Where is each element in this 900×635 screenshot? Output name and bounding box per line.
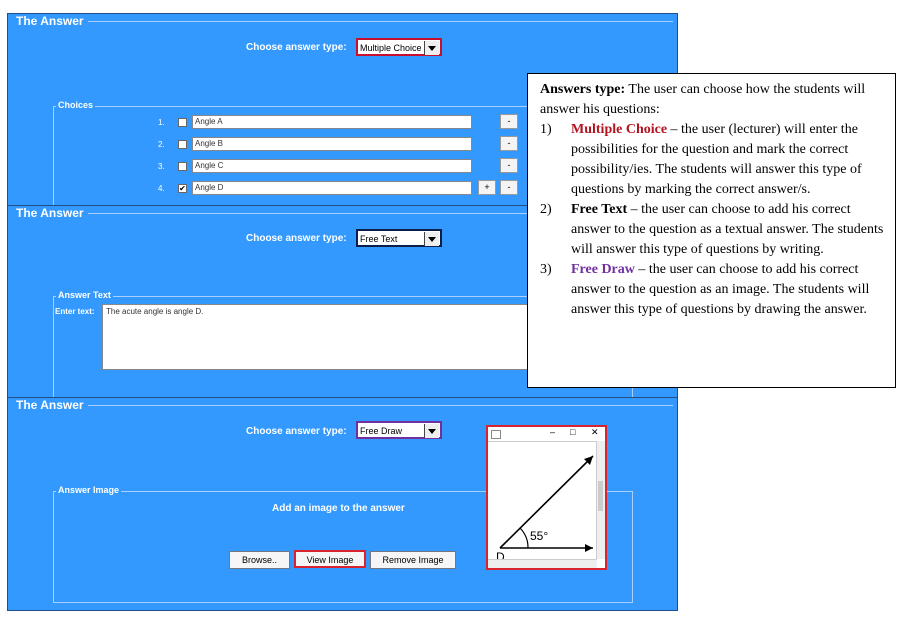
view-image-button[interactable]: View Image	[294, 550, 366, 568]
panel-title: The Answer	[14, 206, 86, 220]
choice-number: 1.	[158, 118, 165, 127]
choice-text-field[interactable]: Angle C	[192, 159, 472, 173]
remove-choice-button[interactable]: -	[500, 136, 518, 151]
list-item: 3) Free Draw – the user can choose to ad…	[540, 260, 885, 320]
choose-answer-type-label: Choose answer type:	[246, 233, 347, 244]
panel-border-line	[88, 21, 673, 22]
chevron-down-icon[interactable]	[424, 232, 439, 246]
term-free-text: Free Text	[571, 202, 628, 217]
scrollbar-thumb[interactable]	[598, 481, 603, 511]
choice-text-field[interactable]: Angle A	[192, 115, 472, 129]
remove-choice-button[interactable]: -	[500, 158, 518, 173]
term-free-draw: Free Draw	[571, 262, 635, 277]
horizontal-scrollbar[interactable]	[488, 559, 597, 568]
answer-type-value: Free Draw	[360, 426, 403, 436]
callout-title: Answers type:	[540, 82, 626, 97]
close-icon[interactable]: ✕	[591, 427, 599, 438]
choose-answer-type-label: Choose answer type:	[246, 426, 347, 437]
add-choice-button[interactable]: +	[478, 180, 496, 195]
answers-type-callout: Answers type: The user can choose how th…	[527, 73, 896, 388]
panel-title: The Answer	[14, 14, 86, 28]
answer-type-select[interactable]: Free Draw	[356, 421, 442, 439]
maximize-icon[interactable]: □	[570, 427, 575, 437]
list-item: 1) Multiple Choice – the user (lecturer)…	[540, 120, 885, 200]
remove-choice-button[interactable]: -	[500, 114, 518, 129]
chevron-down-icon[interactable]	[424, 41, 439, 55]
list-item-number: 2)	[540, 202, 552, 217]
choices-group-title: Choices	[56, 100, 96, 110]
panel-border-line	[88, 405, 673, 406]
answer-type-value: Free Text	[360, 234, 398, 244]
choice-number: 4.	[158, 184, 165, 193]
remove-choice-button[interactable]: -	[500, 180, 518, 195]
angle-drawing: 55° D	[496, 455, 594, 564]
window-app-icon	[491, 430, 501, 439]
answer-text-group-title: Answer Text	[56, 290, 113, 300]
remove-image-button[interactable]: Remove Image	[370, 551, 456, 569]
window-titlebar: – □ ✕	[488, 427, 605, 442]
list-item: 2) Free Text – the user can choose to ad…	[540, 200, 885, 260]
choice-number: 2.	[158, 140, 165, 149]
choice-checkbox[interactable]	[178, 162, 187, 171]
minimize-icon[interactable]: –	[550, 427, 555, 437]
answer-type-select[interactable]: Free Text	[356, 229, 442, 247]
choose-answer-type-label: Choose answer type:	[246, 42, 347, 53]
choice-checkbox[interactable]	[178, 140, 187, 149]
answer-image-group-title: Answer Image	[56, 485, 122, 495]
answer-text-area[interactable]: The acute angle is angle D.	[102, 304, 532, 370]
add-image-label: Add an image to the answer	[272, 503, 405, 514]
enter-text-label: Enter text:	[55, 307, 95, 316]
choice-checkbox[interactable]	[178, 118, 187, 127]
choice-text-field[interactable]: Angle B	[192, 137, 472, 151]
answer-type-value: Multiple Choice	[360, 43, 422, 53]
choice-number: 3.	[158, 162, 165, 171]
panel-title: The Answer	[14, 398, 86, 412]
browse-button[interactable]: Browse..	[229, 551, 290, 569]
answer-type-list: 1) Multiple Choice – the user (lecturer)…	[540, 120, 885, 320]
term-multiple-choice: Multiple Choice	[571, 122, 668, 137]
list-item-number: 1)	[540, 122, 552, 137]
choice-text-field[interactable]: Angle D	[192, 181, 472, 195]
chevron-down-icon[interactable]	[424, 424, 439, 438]
image-preview-window[interactable]: – □ ✕ 55° D	[486, 425, 607, 570]
vertical-scrollbar[interactable]	[596, 441, 605, 559]
list-item-number: 3)	[540, 262, 552, 277]
angle-label: 55°	[530, 529, 548, 543]
answer-type-select[interactable]: Multiple Choice	[356, 38, 442, 56]
choice-checkbox[interactable]: ✔	[178, 184, 187, 193]
callout-intro: Answers type: The user can choose how th…	[540, 80, 885, 120]
